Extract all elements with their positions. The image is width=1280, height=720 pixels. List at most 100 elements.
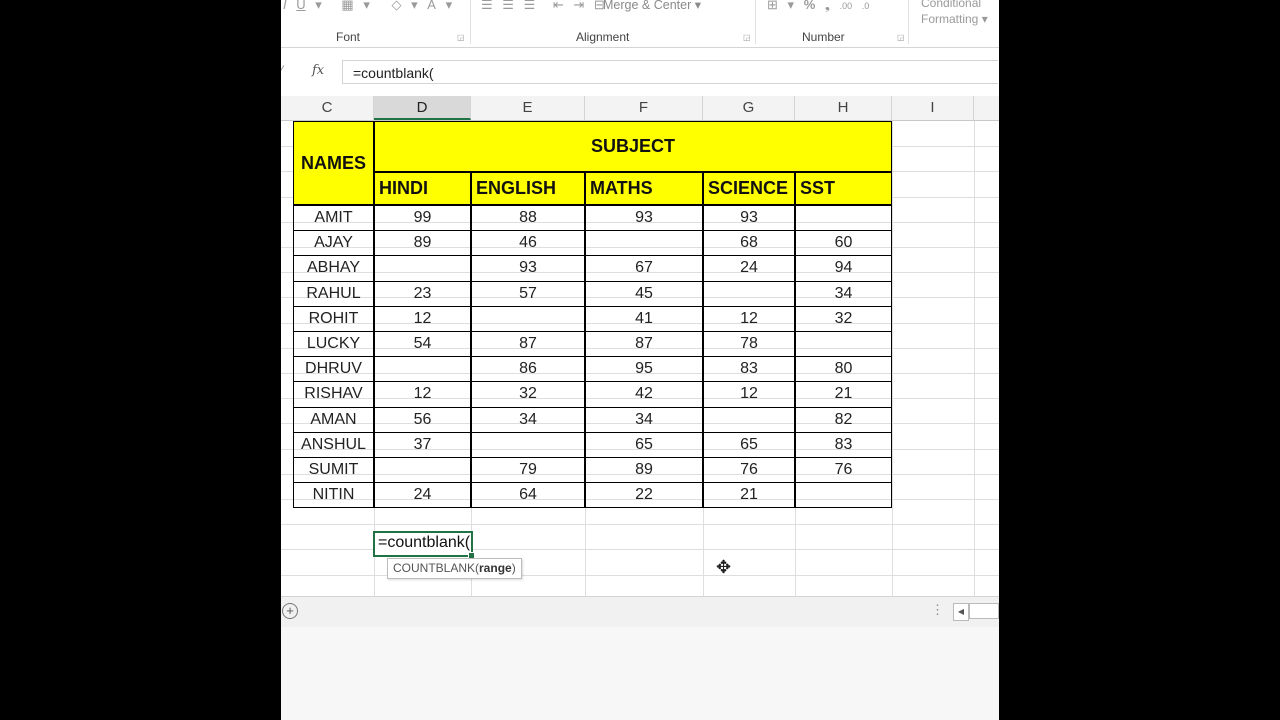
table-cell-score[interactable]: 24 — [703, 255, 795, 282]
function-tooltip[interactable]: COUNTBLANK(range) — [387, 558, 522, 579]
table-cell-score[interactable]: 34 — [795, 280, 892, 307]
table-cell-score[interactable]: 99 — [374, 205, 471, 232]
table-row-name[interactable]: ABHAY — [293, 255, 374, 282]
table-cell-score[interactable]: 93 — [471, 255, 585, 282]
dialog-launcher-icon[interactable]: ◲ — [457, 33, 465, 42]
table-cell-score[interactable]: 12 — [703, 381, 795, 408]
table-cell-score[interactable]: 79 — [471, 457, 585, 484]
dialog-launcher-icon[interactable]: ◲ — [743, 33, 751, 42]
table-cell-score[interactable]: 56 — [374, 406, 471, 433]
table-cell-score[interactable] — [471, 431, 585, 458]
table-cell-score[interactable]: 21 — [795, 381, 892, 408]
table-cell-score[interactable]: 32 — [795, 305, 892, 332]
table-cell-score[interactable] — [795, 482, 892, 509]
dialog-launcher-icon[interactable]: ◲ — [897, 33, 905, 42]
table-cell-score[interactable]: 93 — [585, 205, 703, 232]
table-cell-score[interactable]: 57 — [471, 280, 585, 307]
names-header[interactable]: NAMES — [293, 121, 374, 205]
table-row-name[interactable]: NITIN — [293, 482, 374, 509]
currency-icon[interactable]: ⊞ — [767, 0, 778, 13]
table-cell-score[interactable] — [471, 305, 585, 332]
column-header-e[interactable]: E — [471, 96, 585, 120]
table-cell-score[interactable]: 83 — [703, 356, 795, 383]
table-cell-score[interactable]: 67 — [585, 255, 703, 282]
table-cell-score[interactable]: 76 — [795, 457, 892, 484]
column-header-g[interactable]: G — [703, 96, 795, 120]
table-cell-score[interactable]: 41 — [585, 305, 703, 332]
table-row-name[interactable]: AMAN — [293, 406, 374, 433]
table-cell-score[interactable]: 86 — [471, 356, 585, 383]
chevron-down-icon[interactable]: ▾ — [363, 0, 370, 13]
table-cell-score[interactable]: 42 — [585, 381, 703, 408]
column-header-d[interactable]: D — [374, 96, 471, 120]
table-cell-score[interactable]: 68 — [703, 230, 795, 257]
table-cell-score[interactable] — [703, 280, 795, 307]
table-cell-score[interactable]: 87 — [585, 331, 703, 358]
table-cell-score[interactable]: 94 — [795, 255, 892, 282]
subject-header-0[interactable]: HINDI — [374, 172, 471, 205]
borders-icon[interactable]: ▦ — [341, 0, 353, 13]
active-cell-text[interactable]: =countblank( — [378, 534, 470, 552]
table-cell-score[interactable] — [374, 356, 471, 383]
table-cell-score[interactable]: 87 — [471, 331, 585, 358]
table-cell-score[interactable] — [374, 457, 471, 484]
table-cell-score[interactable]: 93 — [703, 205, 795, 232]
table-cell-score[interactable]: 24 — [374, 482, 471, 509]
table-cell-score[interactable] — [585, 230, 703, 257]
table-row-name[interactable]: AJAY — [293, 230, 374, 257]
decrease-decimal-icon[interactable]: .0 — [862, 1, 870, 11]
table-cell-score[interactable]: 45 — [585, 280, 703, 307]
column-header-h[interactable]: H — [795, 96, 892, 120]
column-header-c[interactable]: C — [281, 96, 374, 120]
table-row-name[interactable]: LUCKY — [293, 331, 374, 358]
table-cell-score[interactable]: 80 — [795, 356, 892, 383]
table-cell-score[interactable] — [795, 205, 892, 232]
table-row-name[interactable]: DHRUV — [293, 356, 374, 383]
align-right-icon[interactable]: ☰ — [524, 0, 536, 13]
subject-header[interactable]: SUBJECT — [374, 121, 892, 172]
percent-icon[interactable]: % — [804, 0, 816, 12]
decrease-indent-icon[interactable]: ⇤ — [553, 0, 564, 13]
align-left-icon[interactable]: ☰ — [481, 0, 493, 13]
increase-decimal-icon[interactable]: .00 — [840, 1, 853, 11]
table-cell-score[interactable] — [795, 331, 892, 358]
table-cell-score[interactable]: 89 — [374, 230, 471, 257]
table-cell-score[interactable]: 88 — [471, 205, 585, 232]
column-header-i[interactable]: I — [892, 96, 974, 120]
table-cell-score[interactable]: 54 — [374, 331, 471, 358]
underline-icon[interactable]: U — [296, 0, 305, 12]
table-cell-score[interactable]: 37 — [374, 431, 471, 458]
conditional-formatting-button[interactable]: Conditional Formatting ▾ — [921, 0, 988, 27]
table-cell-score[interactable]: 34 — [585, 406, 703, 433]
worksheet-grid[interactable]: NAMES SUBJECT HINDI ENGLISH MATHS SCIENCE SST A… — [281, 121, 999, 596]
table-cell-score[interactable]: 46 — [471, 230, 585, 257]
chevron-down-icon[interactable]: ▾ — [446, 0, 453, 13]
table-row-name[interactable]: ANSHUL — [293, 431, 374, 458]
comma-style-icon[interactable]: ❟ — [825, 0, 830, 13]
table-cell-score[interactable]: 12 — [374, 381, 471, 408]
table-cell-score[interactable]: 22 — [585, 482, 703, 509]
tab-splitter-icon[interactable]: ⋮ — [931, 602, 944, 618]
table-cell-score[interactable]: 60 — [795, 230, 892, 257]
table-row-name[interactable]: ROHIT — [293, 305, 374, 332]
subject-header-3[interactable]: SCIENCE — [703, 172, 795, 205]
subject-header-2[interactable]: MATHS — [585, 172, 703, 205]
table-cell-score[interactable]: 12 — [703, 305, 795, 332]
add-sheet-icon[interactable]: + — [282, 603, 298, 619]
subject-header-1[interactable]: ENGLISH — [471, 172, 585, 205]
align-center-icon[interactable]: ☰ — [502, 0, 514, 13]
merge-center-button[interactable]: Merge & Center ▾ — [603, 0, 701, 12]
fill-color-icon[interactable]: ◇ — [392, 0, 402, 13]
table-cell-score[interactable]: 64 — [471, 482, 585, 509]
table-cell-score[interactable] — [374, 255, 471, 282]
subject-header-4[interactable]: SST — [795, 172, 892, 205]
table-cell-score[interactable]: 34 — [471, 406, 585, 433]
table-row-name[interactable]: RAHUL — [293, 280, 374, 307]
horizontal-scrollbar[interactable] — [969, 603, 999, 619]
font-color-icon[interactable]: A — [427, 0, 436, 12]
chevron-down-icon[interactable]: ▾ — [411, 0, 418, 13]
table-cell-score[interactable]: 65 — [703, 431, 795, 458]
table-cell-score[interactable]: 95 — [585, 356, 703, 383]
table-cell-score[interactable]: 83 — [795, 431, 892, 458]
column-header-f[interactable]: F — [585, 96, 703, 120]
